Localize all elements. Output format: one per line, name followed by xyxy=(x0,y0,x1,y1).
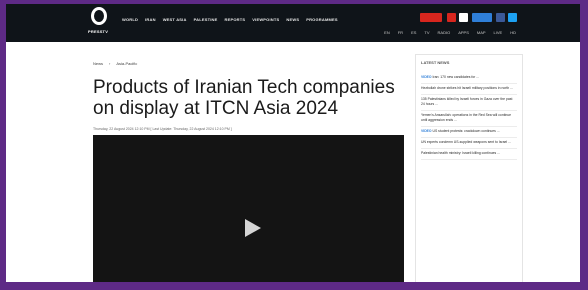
nav-item[interactable]: REPORTS xyxy=(225,17,246,22)
news-headline: Yemen's Ansarullah: operations in the Re… xyxy=(421,113,512,122)
twitter-icon[interactable] xyxy=(508,13,517,22)
news-headline: Hezbollah drone strikes hit Israeli mili… xyxy=(421,86,513,90)
search-button[interactable] xyxy=(472,13,492,22)
telegram-icon[interactable] xyxy=(459,13,468,22)
breadcrumb-item[interactable]: Asia-Pacific xyxy=(116,61,137,66)
facebook-icon[interactable] xyxy=(496,13,505,22)
list-item[interactable]: Palestinian health ministry: Israeli kil… xyxy=(421,149,517,160)
live-button[interactable] xyxy=(420,13,442,22)
latest-news-sidebar: LATEST NEWS VIDEO Iran: 170 new candidat… xyxy=(415,54,523,282)
nav-item[interactable]: NEWS xyxy=(286,17,299,22)
site-logo[interactable]: PRESSTV xyxy=(88,7,110,37)
list-item[interactable]: VIDEO Iran: 170 new candidates for ... xyxy=(421,73,517,84)
logo-ring-icon xyxy=(91,7,107,25)
article-title: Products of Iranian Tech companies on di… xyxy=(93,77,395,119)
article-meta: Thursday, 22 August 2024 12:10 PM [ Last… xyxy=(93,127,232,131)
youtube-icon[interactable] xyxy=(447,13,456,22)
list-item[interactable]: Hezbollah drone strikes hit Israeli mili… xyxy=(421,84,517,95)
nav-item[interactable]: VIEWPOINTS xyxy=(252,17,279,22)
breadcrumb-separator: › xyxy=(109,61,111,66)
video-player[interactable] xyxy=(93,135,404,282)
video-tag: VIDEO xyxy=(421,129,432,133)
nav-item[interactable]: PROGRAMMES xyxy=(306,17,338,22)
list-item[interactable]: UN experts condemn US-supplied weapons s… xyxy=(421,138,517,149)
logo-text: PRESSTV xyxy=(88,29,109,34)
sub-nav-item[interactable]: LIVE xyxy=(494,30,503,35)
sub-nav-item[interactable]: ES xyxy=(411,30,416,35)
nav-item[interactable]: WEST ASIA xyxy=(163,17,187,22)
news-headline: US student protests: crackdown continues… xyxy=(432,129,500,133)
sub-nav-item[interactable]: FR xyxy=(398,30,403,35)
breadcrumb: News › Asia-Pacific xyxy=(93,61,137,66)
sub-nav-item[interactable]: MAP xyxy=(477,30,486,35)
news-list: VIDEO Iran: 170 new candidates for ... H… xyxy=(421,73,517,160)
site-header: PRESSTV WORLD IRAN WEST ASIA PALESTINE R… xyxy=(6,4,580,42)
sub-nav-item[interactable]: APPS xyxy=(458,30,469,35)
browser-frame: PRESSTV WORLD IRAN WEST ASIA PALESTINE R… xyxy=(6,4,580,282)
sub-nav-item[interactable]: RADIO xyxy=(438,30,451,35)
nav-item[interactable]: PALESTINE xyxy=(194,17,218,22)
sidebar-heading: LATEST NEWS xyxy=(421,60,450,65)
nav-item[interactable]: IRAN xyxy=(145,17,156,22)
main-nav: WORLD IRAN WEST ASIA PALESTINE REPORTS V… xyxy=(122,17,338,22)
sub-nav-item[interactable]: HD xyxy=(510,30,516,35)
news-headline: Palestinian health ministry: Israeli kil… xyxy=(421,151,500,155)
news-headline: Iran: 170 new candidates for ... xyxy=(432,75,480,79)
news-headline: UN experts condemn US-supplied weapons s… xyxy=(421,140,511,144)
video-tag: VIDEO xyxy=(421,75,432,79)
sub-nav: EN FR ES TV RADIO APPS MAP LIVE HD xyxy=(384,30,516,35)
play-icon[interactable] xyxy=(245,219,261,237)
breadcrumb-item[interactable]: News xyxy=(93,61,103,66)
list-item[interactable]: 135 Palestinians killed by Israeli force… xyxy=(421,95,517,111)
sub-nav-item[interactable]: TV xyxy=(424,30,429,35)
nav-item[interactable]: WORLD xyxy=(122,17,138,22)
list-item[interactable]: Yemen's Ansarullah: operations in the Re… xyxy=(421,111,517,127)
list-item[interactable]: VIDEO US student protests: crackdown con… xyxy=(421,127,517,138)
sub-nav-item[interactable]: EN xyxy=(384,30,390,35)
news-headline: 135 Palestinians killed by Israeli force… xyxy=(421,97,513,106)
